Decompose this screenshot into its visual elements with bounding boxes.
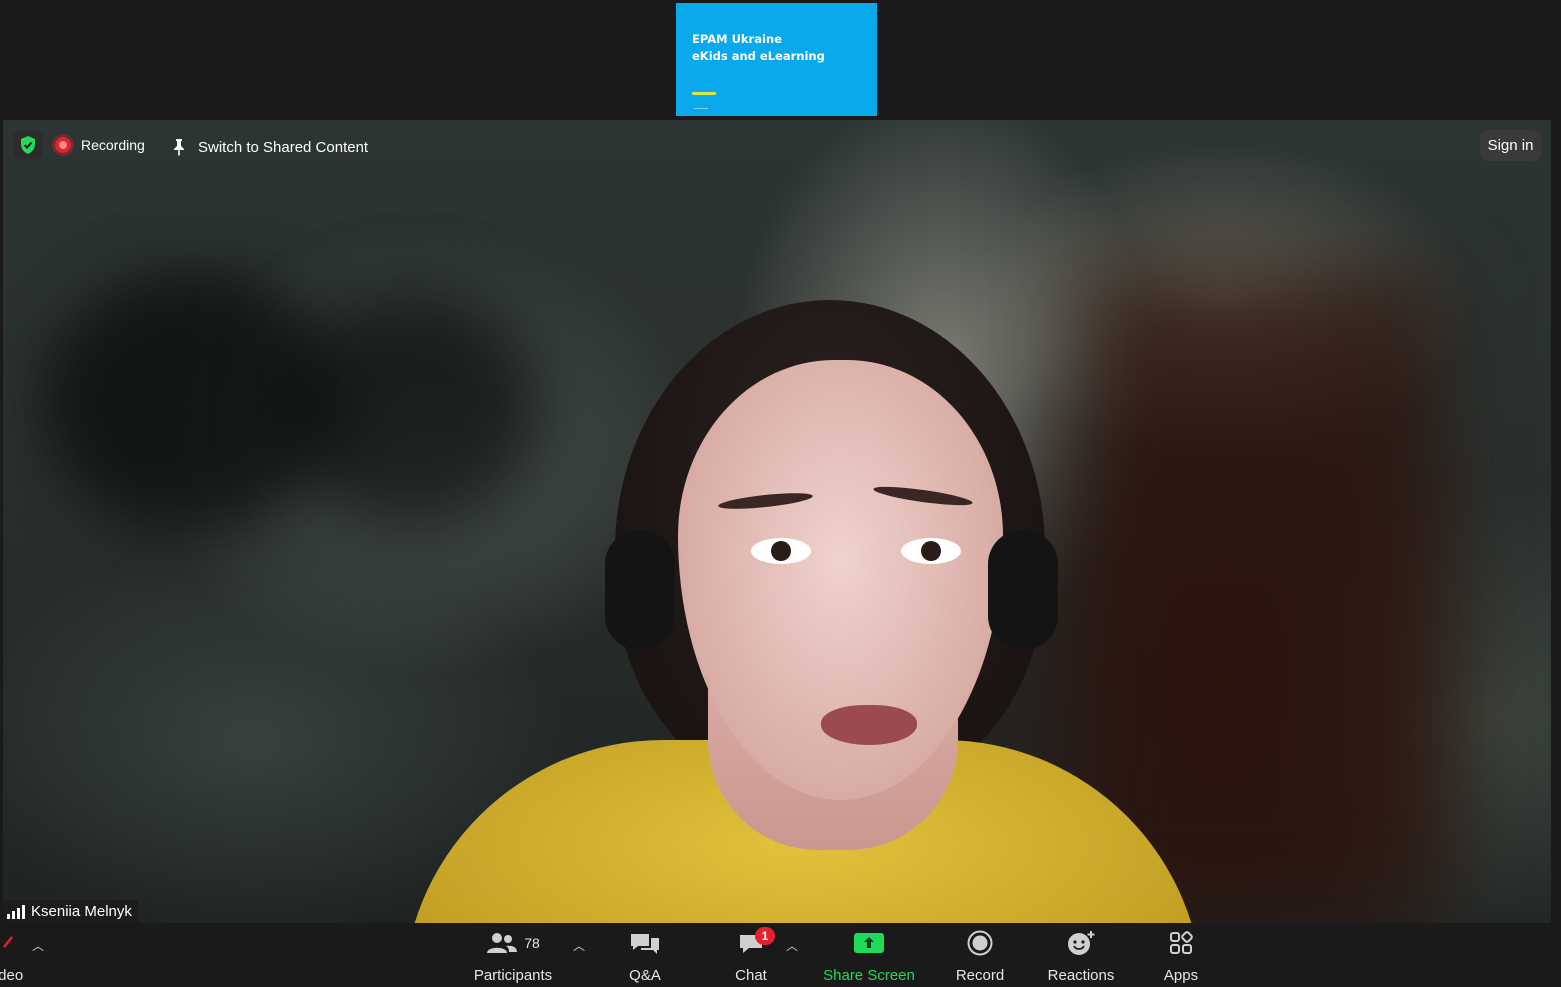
- signal-bars-icon: [7, 904, 25, 919]
- slide-title-line1: EPAM Ukraine: [692, 32, 782, 46]
- participant-name: Kseniia Melnyk: [31, 903, 132, 920]
- chat-label: Chat: [735, 967, 767, 984]
- reactions-label: Reactions: [1047, 967, 1115, 984]
- switch-label: Switch to Shared Content: [198, 138, 369, 156]
- share-screen-label: Share Screen: [823, 967, 915, 984]
- reactions-icon: [1068, 931, 1095, 955]
- shared-content-thumbnail[interactable]: EPAM Ukraine eKids and eLearning: [676, 3, 877, 116]
- apps-label: Apps: [1163, 967, 1199, 984]
- record-button[interactable]: Record: [950, 923, 1010, 987]
- video-options-caret-icon[interactable]: ︿: [32, 937, 44, 954]
- participants-icon: [487, 933, 518, 953]
- participants-button[interactable]: 78 Participants: [468, 923, 558, 987]
- speaker-mouth: [821, 705, 917, 745]
- share-screen-icon: [854, 933, 884, 953]
- apps-button[interactable]: Apps: [1156, 923, 1206, 987]
- video-off-icon: [3, 936, 13, 948]
- security-button[interactable]: [13, 131, 43, 159]
- chat-unread-badge: 1: [755, 927, 775, 945]
- qa-icon: [631, 934, 659, 954]
- qa-button[interactable]: Q&A: [620, 923, 670, 987]
- headset-right: [988, 530, 1058, 650]
- sign-in-button[interactable]: Sign in: [1480, 130, 1541, 161]
- recording-label: Recording: [81, 137, 145, 153]
- speaker-eye-right: [901, 538, 961, 564]
- video-button[interactable]: ideo: [0, 923, 24, 987]
- qa-label: Q&A: [629, 967, 661, 984]
- meeting-toolbar: ideo ︿ 78 Participants ︿ Q&A: [0, 923, 1561, 987]
- pin-icon: [174, 139, 184, 156]
- chat-button[interactable]: 1 Chat: [726, 923, 776, 987]
- switch-to-shared-content-button[interactable]: Switch to Shared Content: [172, 135, 368, 159]
- participant-name-tag: Kseniia Melnyk: [3, 900, 138, 923]
- speaker-eye-left: [751, 538, 811, 564]
- recording-dot-icon: [55, 137, 71, 153]
- slide-title-line2: eKids and eLearning: [692, 49, 825, 63]
- share-screen-button[interactable]: Share Screen: [822, 923, 916, 987]
- speaker-figure: [3, 120, 1551, 923]
- video-label: ideo: [0, 967, 24, 984]
- participants-options-caret-icon[interactable]: ︿: [573, 937, 585, 954]
- shield-check-icon: [21, 136, 35, 154]
- chat-options-caret-icon[interactable]: ︿: [786, 937, 798, 954]
- apps-icon: [1170, 931, 1193, 954]
- slide-decoration-line: [694, 108, 708, 109]
- record-label: Record: [955, 967, 1005, 984]
- speaker-video[interactable]: [3, 120, 1551, 923]
- recording-indicator[interactable]: Recording: [55, 133, 145, 157]
- participants-label: Participants: [473, 967, 553, 984]
- headset-left: [605, 530, 675, 650]
- record-icon: [967, 930, 993, 956]
- reactions-button[interactable]: Reactions: [1042, 923, 1120, 987]
- slide-decoration: [692, 92, 716, 95]
- participants-count: 78: [524, 935, 540, 951]
